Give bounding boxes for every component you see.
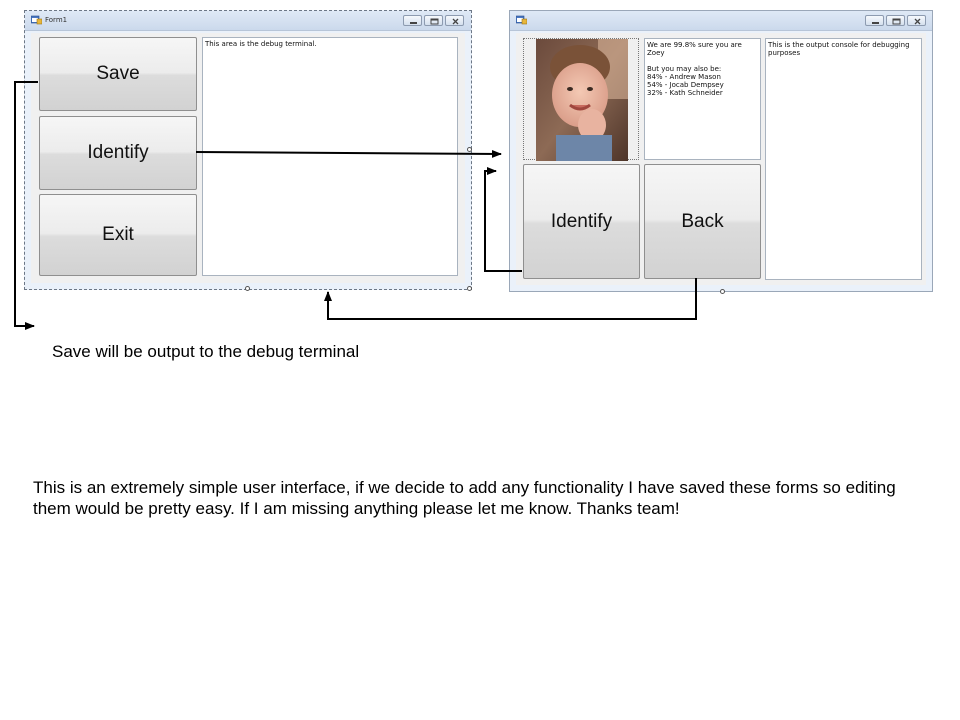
arrow-save-to-note — [14, 81, 38, 330]
save-note: Save will be output to the debug termina… — [52, 342, 360, 361]
arrow-identify-loop — [484, 167, 522, 272]
arrow-back-to-form1 — [324, 278, 697, 320]
summary-note: This is an extremely simple user interfa… — [33, 478, 896, 518]
arrow-identify-to-form2 — [195, 149, 502, 158]
